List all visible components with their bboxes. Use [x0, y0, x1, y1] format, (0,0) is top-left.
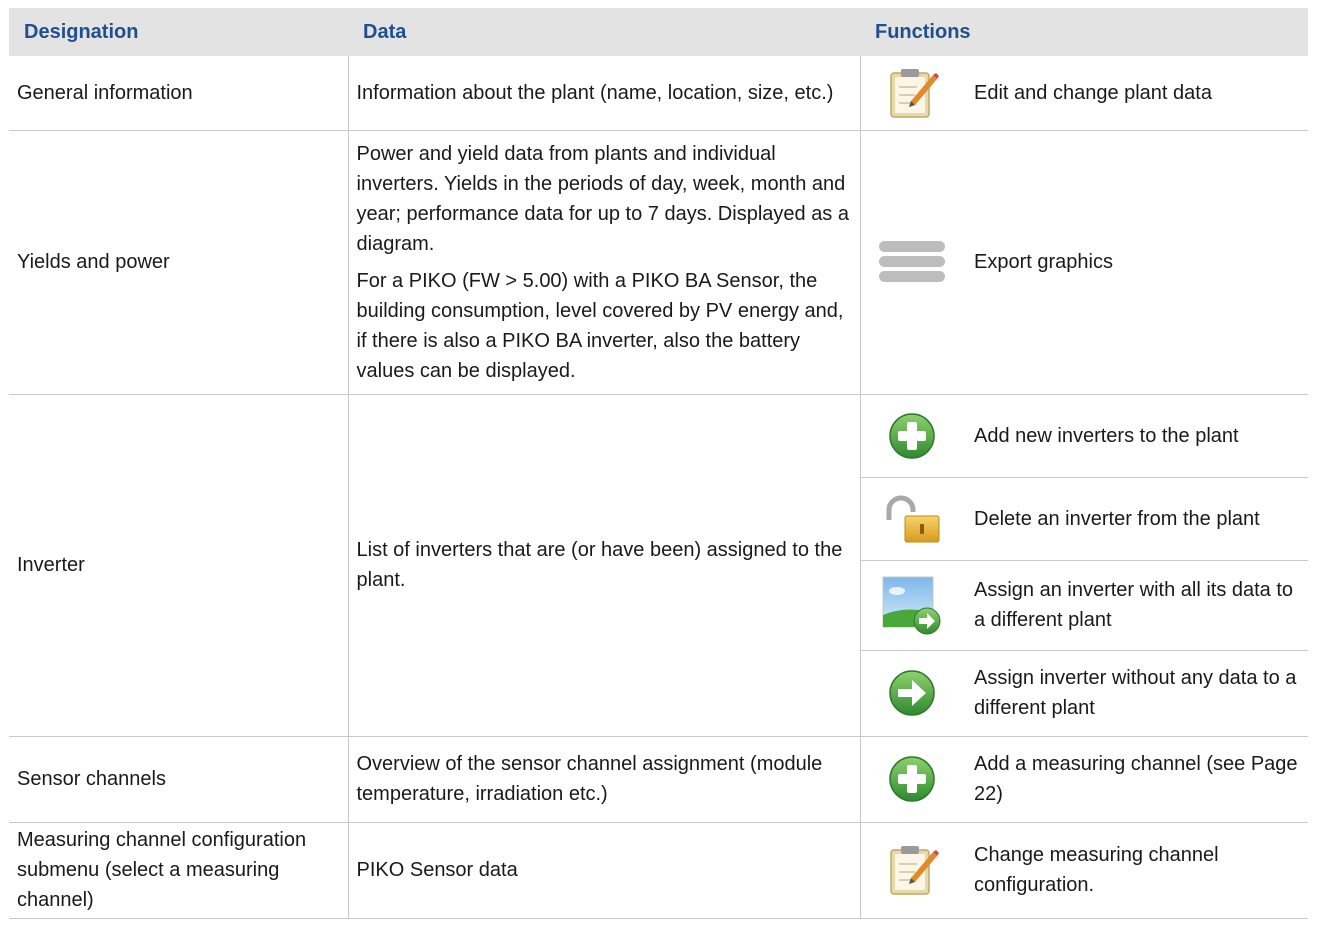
image-arrow-icon[interactable] — [859, 560, 964, 651]
function-label: Delete an inverter from the plant — [964, 477, 1309, 561]
table-header-row: Designation Data Functions — [9, 8, 1309, 56]
table-row: Inverter List of inverters that are (or … — [9, 394, 1309, 737]
row-designation: Inverter — [9, 394, 348, 737]
header-functions: Functions — [860, 8, 1309, 56]
table-row: Measuring channel configuration submenu … — [9, 822, 1309, 919]
plant-functions-table: Designation Data Functions General infor… — [9, 8, 1309, 919]
green-plus-icon[interactable] — [859, 394, 964, 478]
row-data: List of inverters that are (or have been… — [347, 394, 860, 737]
row-designation: Measuring channel configuration submenu … — [9, 822, 348, 919]
row-data: Overview of the sensor channel assignmen… — [347, 736, 860, 823]
table-row: Sensor channels Overview of the sensor c… — [9, 736, 1309, 823]
row-designation: Sensor channels — [9, 736, 348, 823]
row-data: PIKO Sensor data — [347, 822, 860, 919]
function-label: Assign an inverter with all its data to … — [964, 560, 1309, 651]
clipboard-edit-icon[interactable] — [859, 822, 964, 919]
row-designation: General information — [9, 56, 348, 131]
function-label: Edit and change plant data — [964, 56, 1309, 131]
green-plus-icon[interactable] — [859, 736, 964, 823]
header-designation: Designation — [9, 8, 348, 56]
clipboard-edit-icon[interactable] — [859, 56, 964, 131]
menu-bars-icon[interactable] — [859, 130, 964, 395]
header-data: Data — [348, 8, 860, 56]
function-label: Change measuring channel configuration. — [964, 822, 1309, 919]
table-row: Yields and power Power and yield data fr… — [9, 130, 1309, 395]
green-arrow-icon[interactable] — [859, 650, 964, 737]
function-label: Assign inverter without any data to a di… — [964, 650, 1309, 737]
row-data: Power and yield data from plants and ind… — [347, 130, 860, 395]
function-label: Add a measuring channel (see Page 22) — [964, 736, 1309, 823]
function-label: Add new inverters to the plant — [964, 394, 1309, 478]
unlock-icon[interactable] — [859, 477, 964, 561]
row-designation: Yields and power — [9, 130, 348, 395]
function-label: Export graphics — [964, 130, 1309, 395]
table-row: General information Information about th… — [9, 56, 1309, 131]
row-data: Information about the plant (name, locat… — [347, 56, 860, 131]
